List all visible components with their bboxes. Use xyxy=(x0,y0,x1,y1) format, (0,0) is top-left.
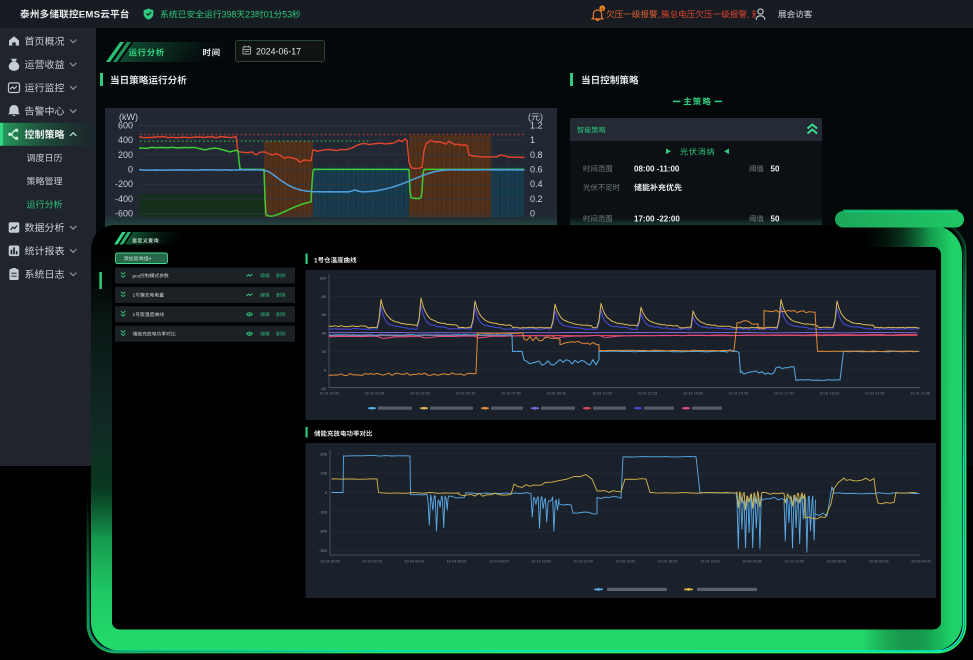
svg-text:200: 200 xyxy=(320,451,327,456)
svg-text:2024-06-17: 2024-06-17 xyxy=(256,47,301,57)
svg-text:01: 01 xyxy=(264,10,274,20)
svg-text:1.2: 1.2 xyxy=(530,121,543,131)
svg-text:20: 20 xyxy=(322,349,327,354)
svg-text:10-31 17:30: 10-31 17:30 xyxy=(774,392,794,396)
svg-text:1: 1 xyxy=(530,135,535,145)
svg-text:10-25 02:00: 10-25 02:00 xyxy=(869,560,889,564)
svg-text:10-31 21:00: 10-31 21:00 xyxy=(865,392,885,396)
svg-text:0: 0 xyxy=(128,165,133,175)
svg-text:10-31 15:45: 10-31 15:45 xyxy=(728,392,748,396)
svg-text:1: 1 xyxy=(133,312,136,318)
svg-text:10-31 05:15: 10-31 05:15 xyxy=(456,392,476,396)
svg-text:0.2: 0.2 xyxy=(530,194,543,204)
svg-text:0.8: 0.8 xyxy=(530,150,543,160)
svg-text:200: 200 xyxy=(118,150,133,160)
svg-text:1: 1 xyxy=(133,293,136,299)
svg-text:10-31 12:15: 10-31 12:15 xyxy=(637,392,657,396)
svg-text:600: 600 xyxy=(118,121,133,131)
svg-text:10-25 00:00: 10-25 00:00 xyxy=(827,560,847,564)
svg-text:,: , xyxy=(658,9,660,19)
svg-text:17:00 -22:00: 17:00 -22:00 xyxy=(634,215,680,224)
svg-text:10-31 08:45: 10-31 08:45 xyxy=(547,392,567,396)
svg-text:0.6: 0.6 xyxy=(530,165,543,175)
svg-text:-20: -20 xyxy=(320,386,327,391)
svg-text:60: 60 xyxy=(322,312,327,317)
svg-text:100: 100 xyxy=(320,471,327,476)
svg-text:1: 1 xyxy=(314,257,318,264)
svg-text:10-24 02:00: 10-24 02:00 xyxy=(362,560,382,564)
svg-text:80: 80 xyxy=(322,294,327,299)
svg-text:10-31 19:15: 10-31 19:15 xyxy=(819,392,839,396)
svg-text:53: 53 xyxy=(282,10,292,20)
svg-text:-400: -400 xyxy=(115,194,133,204)
svg-text:-100: -100 xyxy=(319,509,328,514)
svg-text:50: 50 xyxy=(771,215,780,224)
svg-text:10-24 08:00: 10-24 08:00 xyxy=(489,560,509,564)
svg-text:40: 40 xyxy=(322,331,327,336)
svg-text:10-24 04:00: 10-24 04:00 xyxy=(405,560,425,564)
svg-text:10-31 22:45: 10-31 22:45 xyxy=(910,392,930,396)
svg-text:10-24 22:00: 10-24 22:00 xyxy=(784,560,804,564)
svg-text:-200: -200 xyxy=(115,179,133,189)
svg-text:10-24 00:00: 10-24 00:00 xyxy=(320,560,340,564)
svg-text:10-24 06:00: 10-24 06:00 xyxy=(447,560,467,564)
svg-text:10-24 14:00: 10-24 14:00 xyxy=(616,560,636,564)
svg-text:10-31 03:30: 10-31 03:30 xyxy=(410,392,430,396)
svg-text:,: , xyxy=(747,9,749,19)
svg-text:100: 100 xyxy=(319,275,326,280)
svg-text:10-24 16:00: 10-24 16:00 xyxy=(658,560,678,564)
svg-text:10-31 00:00: 10-31 00:00 xyxy=(319,392,339,396)
svg-text:10-24 20:00: 10-24 20:00 xyxy=(742,560,762,564)
svg-text:10-31 10:30: 10-31 10:30 xyxy=(592,392,612,396)
svg-text:50: 50 xyxy=(771,165,780,174)
svg-text:10-31 14:00: 10-31 14:00 xyxy=(683,392,703,396)
svg-text:10-24 12:00: 10-24 12:00 xyxy=(573,560,593,564)
svg-text:EMS: EMS xyxy=(79,10,101,21)
svg-text:+: + xyxy=(149,256,152,262)
svg-text:10-24 10:00: 10-24 10:00 xyxy=(531,560,551,564)
svg-text:400: 400 xyxy=(118,135,133,145)
svg-text:23: 23 xyxy=(245,10,255,20)
svg-text:398: 398 xyxy=(222,10,237,20)
svg-text:-200: -200 xyxy=(319,529,328,534)
svg-text:10-24 18:00: 10-24 18:00 xyxy=(700,560,720,564)
svg-text:08:00 -11:00: 08:00 -11:00 xyxy=(634,165,680,174)
svg-text:10-31 07:00: 10-31 07:00 xyxy=(501,392,521,396)
svg-text:10-25 04:00: 10-25 04:00 xyxy=(911,560,931,564)
svg-text:10-31 01:45: 10-31 01:45 xyxy=(365,392,385,396)
svg-text:0.4: 0.4 xyxy=(530,179,543,189)
svg-text:pcs: pcs xyxy=(133,274,141,279)
svg-text:-300: -300 xyxy=(319,548,328,553)
